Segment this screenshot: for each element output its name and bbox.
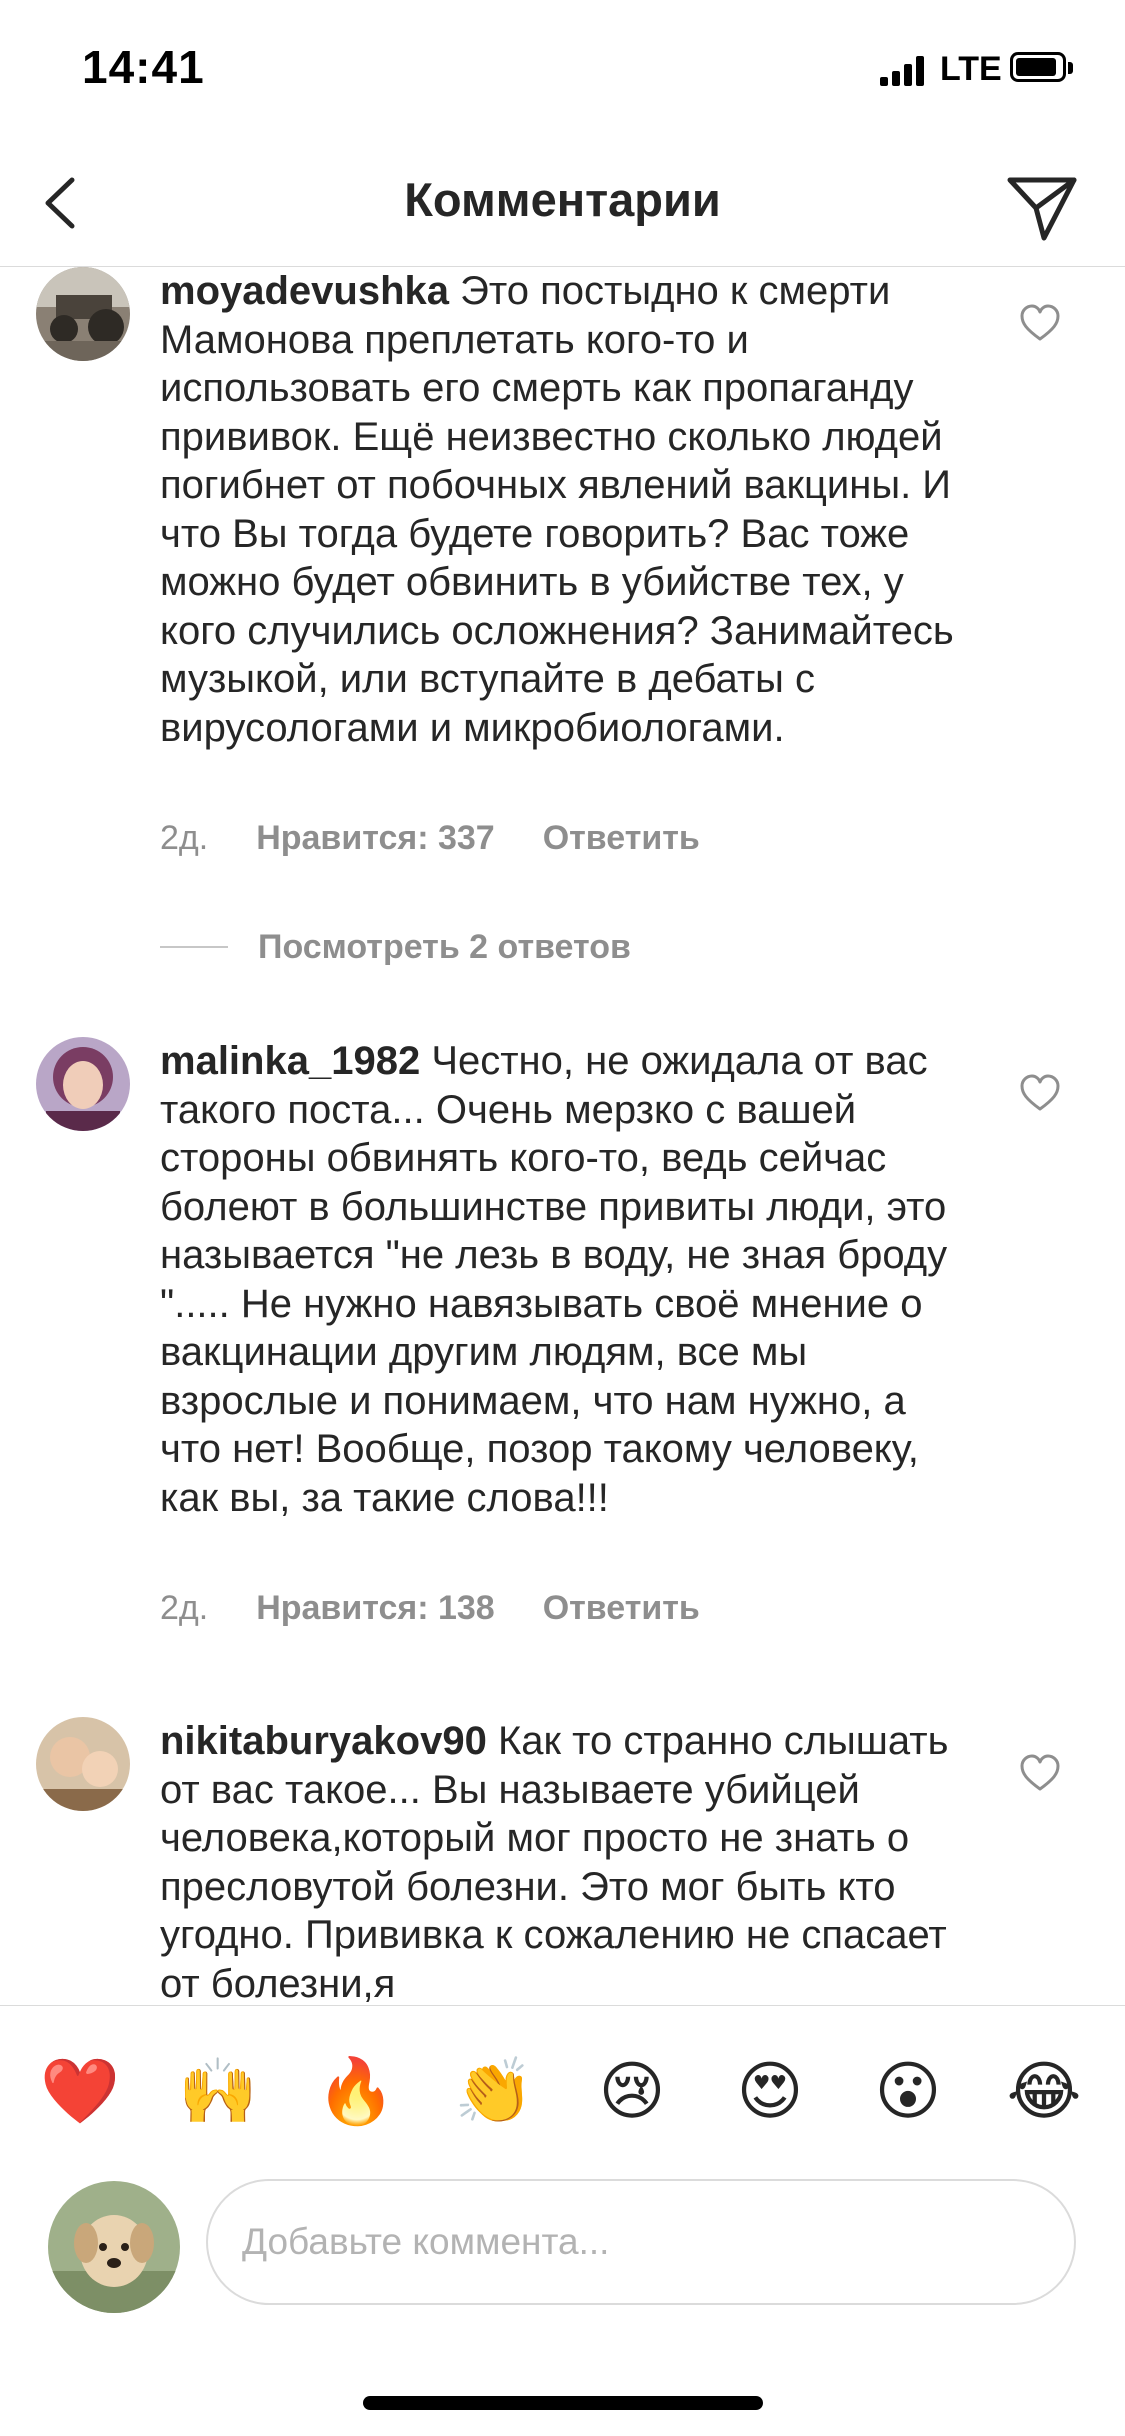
header: Комментарии xyxy=(0,140,1125,267)
like-button[interactable] xyxy=(1018,301,1062,345)
heart-emoji[interactable]: ❤️ xyxy=(40,2051,120,2131)
fire-emoji[interactable]: 🔥 xyxy=(316,2051,396,2131)
paper-plane-icon xyxy=(1007,177,1077,241)
heart-outline-icon xyxy=(1020,304,1060,341)
comment-message: Это постыдно к смерти Мамонова преплетат… xyxy=(160,269,954,750)
heart-eyes-emoji[interactable]: 😍 xyxy=(730,2051,810,2131)
view-replies-label: Посмотреть 2 ответов xyxy=(258,927,631,966)
comment-meta: 2д. Нравится: 138 Ответить xyxy=(160,1589,748,1628)
comment-username[interactable]: nikitaburyakov90 xyxy=(160,1719,487,1763)
comment-age: 2д. xyxy=(160,819,209,857)
reply-button[interactable]: Ответить xyxy=(543,1589,700,1627)
commenter-avatar[interactable] xyxy=(36,1717,130,1811)
commenter-avatar[interactable] xyxy=(36,267,130,361)
comment-message: Честно, не ожидала от вас такого поста..… xyxy=(160,1039,948,1520)
comment-age: 2д. xyxy=(160,1589,209,1627)
crying-face-emoji[interactable]: 😢 xyxy=(592,2051,672,2131)
emoji-quick-bar: ❤️ 🙌 🔥 👏 😢 😍 😮 😂 xyxy=(0,2005,1125,2176)
view-replies-button[interactable]: Посмотреть 2 ответов xyxy=(160,923,631,971)
comment-username[interactable]: moyadevushka xyxy=(160,269,449,313)
comment-composer xyxy=(0,2175,1125,2335)
current-user-avatar xyxy=(48,2181,180,2313)
comment-likes[interactable]: Нравится: 337 xyxy=(256,819,494,857)
surprised-face-emoji[interactable]: 😮 xyxy=(868,2051,948,2131)
comment-username[interactable]: malinka_1982 xyxy=(160,1039,420,1083)
status-bar: 14:41 LTE xyxy=(0,0,1125,140)
share-button[interactable] xyxy=(1000,162,1084,246)
comment-text: malinka_1982 Честно, не ожидала от вас т… xyxy=(160,1037,960,1522)
commenter-avatar[interactable] xyxy=(36,1037,130,1131)
comment-meta: 2д. Нравится: 337 Ответить xyxy=(160,819,748,858)
battery-icon xyxy=(1010,52,1074,84)
network-type-label: LTE xyxy=(940,50,1002,88)
like-button[interactable] xyxy=(1018,1751,1062,1795)
heart-outline-icon xyxy=(1020,1074,1060,1111)
home-indicator[interactable] xyxy=(363,2396,763,2410)
status-time: 14:41 xyxy=(82,41,205,93)
comment-text: moyadevushka Это постыдно к смерти Мамон… xyxy=(160,267,960,752)
comment-input[interactable] xyxy=(206,2179,1076,2305)
signal-strength-icon xyxy=(880,56,926,86)
clapping-hands-emoji[interactable]: 👏 xyxy=(454,2051,534,2131)
reply-button[interactable]: Ответить xyxy=(543,819,700,857)
comment-likes[interactable]: Нравится: 138 xyxy=(256,1589,494,1627)
page-title: Комментарии xyxy=(404,173,721,226)
tears-of-joy-emoji[interactable]: 😂 xyxy=(1004,2051,1084,2131)
raised-hands-emoji[interactable]: 🙌 xyxy=(178,2051,258,2131)
replies-divider xyxy=(160,946,228,948)
like-button[interactable] xyxy=(1018,1071,1062,1115)
comment-text: nikitaburyakov90 Как то странно слышать … xyxy=(160,1717,960,2005)
comments-list[interactable]: moyadevushka Это постыдно к смерти Мамон… xyxy=(0,267,1125,2005)
heart-outline-icon xyxy=(1020,1754,1060,1791)
